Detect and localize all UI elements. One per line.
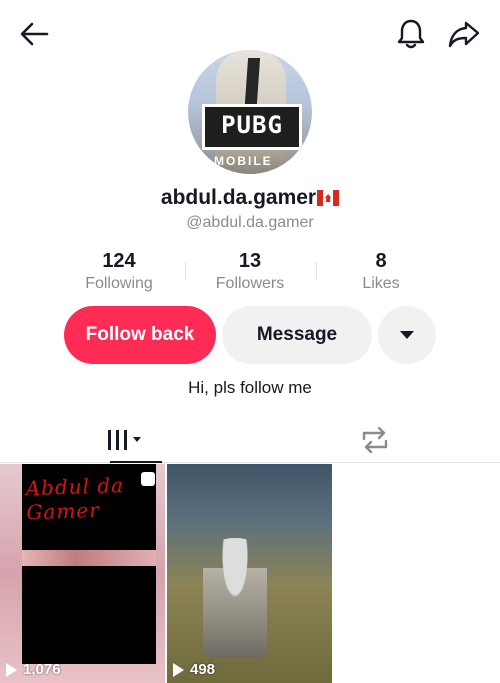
play-icon — [173, 662, 184, 677]
video-thumbnail[interactable]: 498 — [167, 464, 332, 683]
view-count: 498 — [173, 661, 215, 678]
caret-down-icon — [400, 331, 414, 339]
canada-flag-icon — [317, 190, 340, 206]
more-options-button[interactable] — [378, 306, 436, 364]
stat-likes[interactable]: 8 Likes — [316, 250, 446, 293]
profile-actions: Follow back Message — [0, 306, 500, 364]
video-thumbnail[interactable]: Abdul da Gamer 1,076 — [0, 464, 165, 683]
grid-videos-icon — [108, 430, 141, 450]
repost-icon — [362, 427, 388, 453]
game-character — [203, 538, 267, 658]
avatar[interactable]: PUBG MOBILE — [188, 50, 312, 174]
stat-following[interactable]: 124 Following — [54, 250, 184, 293]
stat-followers-label: Followers — [215, 275, 285, 292]
pubg-logo-subtext: MOBILE — [214, 154, 273, 168]
back-button[interactable] — [14, 16, 54, 52]
select-checkbox[interactable] — [141, 472, 155, 486]
follow-back-button[interactable]: Follow back — [64, 306, 216, 364]
pubg-logo-text: PUBG — [221, 111, 283, 139]
bell-icon — [397, 19, 425, 49]
stat-likes-count: 8 — [375, 250, 387, 272]
profile-bio: Hi, pls follow me — [188, 378, 312, 397]
stat-following-label: Following — [85, 275, 153, 292]
share-arrow-icon — [448, 21, 480, 48]
thumbnail-face-strip — [22, 550, 156, 566]
message-button[interactable]: Message — [222, 306, 372, 364]
arrow-left-icon — [20, 22, 49, 46]
video-grid: Abdul da Gamer 1,076 498 — [0, 464, 500, 683]
share-button[interactable] — [444, 16, 484, 52]
tab-videos[interactable] — [0, 418, 250, 462]
content-tabs — [0, 418, 500, 463]
username-row: abdul.da.gamer — [0, 186, 500, 210]
profile-stats: 124 Following 13 Followers 8 Likes — [54, 250, 446, 294]
user-handle: @abdul.da.gamer — [186, 214, 314, 231]
stat-followers[interactable]: 13 Followers — [185, 250, 315, 293]
view-count-text: 498 — [190, 661, 216, 678]
stat-likes-label: Likes — [362, 275, 400, 292]
active-tab-indicator — [110, 461, 162, 463]
stat-followers-count: 13 — [238, 250, 262, 272]
view-count: 1,076 — [6, 661, 61, 678]
tab-reposts[interactable] — [250, 418, 500, 462]
play-icon — [6, 662, 17, 677]
notifications-button[interactable] — [392, 14, 430, 54]
username: abdul.da.gamer — [160, 186, 317, 209]
pubg-logo: PUBG — [202, 104, 302, 150]
view-count-text: 1,076 — [23, 661, 61, 678]
stat-following-count: 124 — [102, 250, 136, 272]
censor-block — [22, 566, 156, 664]
